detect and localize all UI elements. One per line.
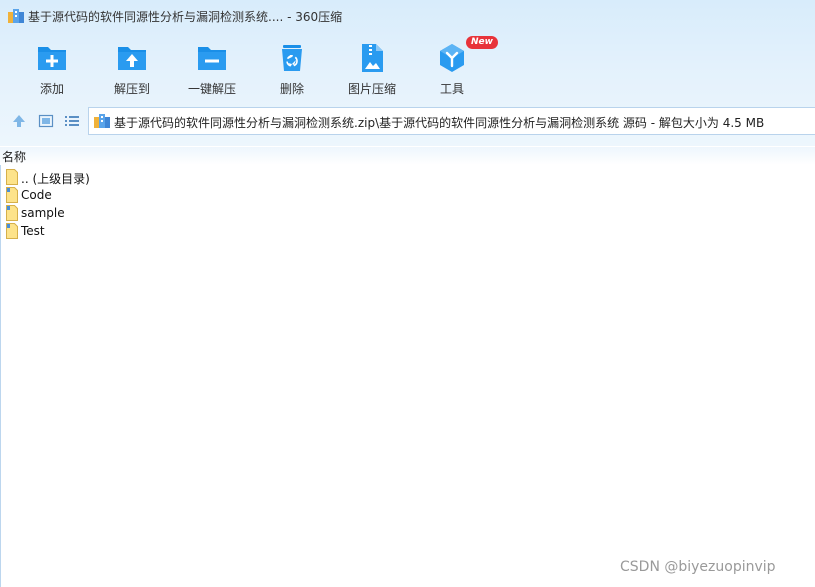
archive-app-icon: [8, 9, 24, 23]
tools-label: 工具: [439, 82, 464, 96]
list-view-icon[interactable]: [64, 113, 80, 129]
path-text: 基于源代码的软件同源性分析与漏洞检测系统.zip\基于源代码的软件同源性分析与漏…: [114, 116, 765, 130]
one-click-extract-button[interactable]: 一键解压: [172, 38, 252, 98]
delete-label: 删除: [279, 82, 304, 96]
file-list: .. (上级目录) Code sample Test: [0, 168, 815, 240]
parent-folder-icon: [6, 169, 18, 185]
tools-cube-icon: [440, 44, 464, 72]
watermark: CSDN @biyezuopinvip: [620, 559, 776, 575]
toolbar: 添加 解压到 一键解压 删除 图片压缩 New 工具: [0, 34, 815, 100]
folder-extract-icon: [118, 47, 146, 70]
app-window: 基于源代码的软件同源性分析与漏洞检测系统.... - 360压缩 添加 解压到: [0, 0, 815, 587]
one-click-extract-icon: [198, 47, 226, 70]
image-compress-label: 图片压缩: [347, 82, 396, 96]
recycle-bin-icon: [282, 45, 302, 71]
path-field[interactable]: 基于源代码的软件同源性分析与漏洞检测系统.zip\基于源代码的软件同源性分析与漏…: [88, 107, 815, 135]
file-name: .. (上级目录): [21, 172, 90, 186]
add-label: 添加: [39, 82, 64, 96]
column-name-header[interactable]: 名称: [2, 148, 26, 165]
one-click-extract-label: 一键解压: [187, 82, 236, 96]
list-item-parent[interactable]: .. (上级目录): [0, 168, 815, 186]
list-item[interactable]: Code: [0, 186, 815, 204]
folder-icon: [6, 223, 18, 239]
delete-button[interactable]: 删除: [252, 38, 332, 98]
folder-add-icon: [38, 47, 66, 70]
title-bar: 基于源代码的软件同源性分析与漏洞检测系统.... - 360压缩: [0, 0, 815, 34]
add-button[interactable]: 添加: [12, 38, 92, 98]
view-mode-icon[interactable]: [38, 113, 54, 129]
archive-path-icon: [94, 114, 110, 128]
file-name: Test: [21, 224, 45, 238]
list-item[interactable]: sample: [0, 204, 815, 222]
address-bar: 基于源代码的软件同源性分析与漏洞检测系统.zip\基于源代码的软件同源性分析与漏…: [0, 106, 815, 136]
up-arrow-icon[interactable]: [11, 113, 27, 129]
window-title: 基于源代码的软件同源性分析与漏洞检测系统.... - 360压缩: [28, 10, 343, 24]
extract-to-button[interactable]: 解压到: [92, 38, 172, 98]
new-badge: New: [466, 36, 498, 49]
image-compress-icon: [362, 44, 383, 72]
folder-icon: [6, 187, 18, 203]
file-name: Code: [21, 188, 52, 202]
column-header: 名称: [0, 147, 815, 165]
file-name: sample: [21, 206, 65, 220]
folder-icon: [6, 205, 18, 221]
extract-to-label: 解压到: [113, 82, 150, 96]
list-item[interactable]: Test: [0, 222, 815, 240]
image-compress-button[interactable]: 图片压缩: [332, 38, 412, 98]
tools-button[interactable]: New 工具: [412, 36, 498, 98]
